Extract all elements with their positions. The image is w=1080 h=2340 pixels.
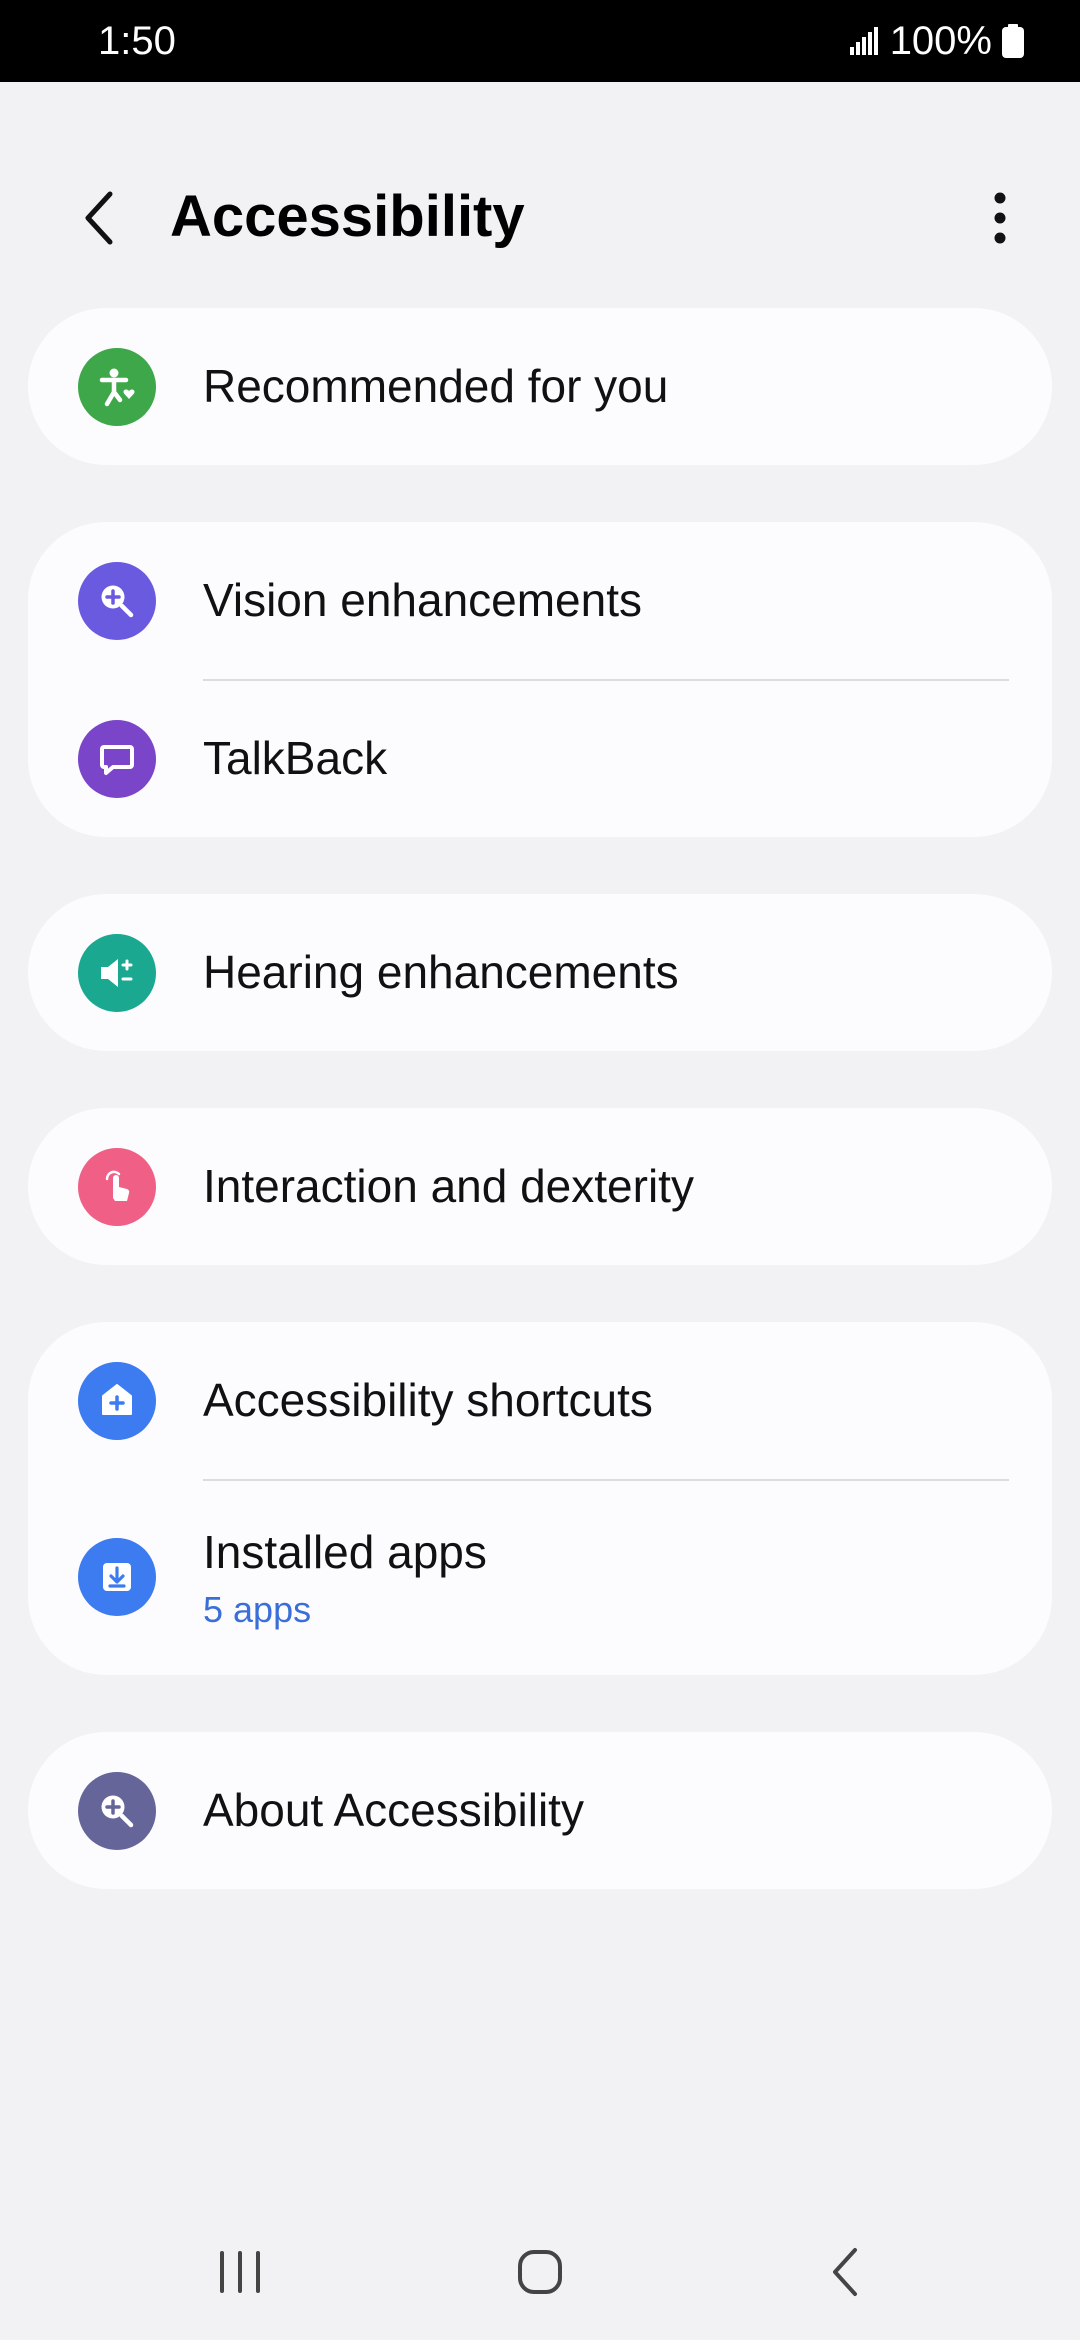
status-indicators: 100% bbox=[849, 18, 1024, 63]
recents-button[interactable] bbox=[190, 2222, 290, 2322]
row-vision-enhancements[interactable]: Vision enhancements bbox=[28, 522, 1052, 679]
row-recommended-for-you[interactable]: Recommended for you bbox=[28, 308, 1052, 465]
row-about-accessibility[interactable]: About Accessibility bbox=[28, 1732, 1052, 1889]
speaker-plus-minus-icon bbox=[78, 934, 156, 1012]
card-interaction: Interaction and dexterity bbox=[28, 1108, 1052, 1265]
speech-bubble-icon bbox=[78, 720, 156, 798]
row-label: Recommended for you bbox=[203, 360, 669, 412]
row-label: Installed apps bbox=[203, 1526, 487, 1578]
more-vert-icon bbox=[994, 192, 1006, 244]
back-chevron-icon bbox=[85, 191, 113, 245]
more-options-button[interactable] bbox=[968, 186, 1032, 250]
battery-percent: 100% bbox=[889, 18, 992, 63]
back-icon bbox=[833, 2248, 857, 2296]
tap-finger-icon bbox=[78, 1148, 156, 1226]
signal-icon bbox=[849, 27, 878, 55]
home-icon bbox=[518, 2250, 562, 2294]
magnify-plus-icon bbox=[78, 562, 156, 640]
row-label: Vision enhancements bbox=[203, 574, 642, 626]
page-title: Accessibility bbox=[170, 184, 525, 249]
system-nav-bar bbox=[0, 2200, 1080, 2340]
back-button[interactable] bbox=[68, 186, 132, 250]
home-button[interactable] bbox=[490, 2222, 590, 2322]
row-label: Hearing enhancements bbox=[203, 946, 679, 998]
card-vision-talkback: Vision enhancements TalkBack bbox=[28, 522, 1052, 837]
row-label: Interaction and dexterity bbox=[203, 1160, 694, 1212]
status-time: 1:50 bbox=[98, 19, 176, 63]
row-accessibility-shortcuts[interactable]: Accessibility shortcuts bbox=[28, 1322, 1052, 1479]
app-header: Accessibility bbox=[0, 82, 1080, 308]
home-plus-icon bbox=[78, 1362, 156, 1440]
download-tray-icon bbox=[78, 1538, 156, 1616]
row-label: About Accessibility bbox=[203, 1784, 584, 1836]
recents-icon bbox=[220, 2251, 260, 2293]
nav-back-button[interactable] bbox=[795, 2222, 895, 2322]
card-recommended: Recommended for you bbox=[28, 308, 1052, 465]
card-shortcuts-apps: Accessibility shortcuts Installed apps 5… bbox=[28, 1322, 1052, 1675]
row-sublabel: 5 apps bbox=[203, 1589, 312, 1630]
row-talkback[interactable]: TalkBack bbox=[28, 680, 1052, 837]
battery-icon bbox=[1002, 24, 1024, 58]
row-label: TalkBack bbox=[203, 732, 388, 784]
card-hearing: Hearing enhancements bbox=[28, 894, 1052, 1051]
magnify-plus-icon bbox=[78, 1772, 156, 1850]
card-about: About Accessibility bbox=[28, 1732, 1052, 1889]
status-bar: 1:50 100% bbox=[0, 0, 1080, 82]
row-hearing-enhancements[interactable]: Hearing enhancements bbox=[28, 894, 1052, 1051]
row-label: Accessibility shortcuts bbox=[203, 1374, 653, 1426]
row-interaction-and-dexterity[interactable]: Interaction and dexterity bbox=[28, 1108, 1052, 1265]
accessibility-person-heart-icon bbox=[78, 348, 156, 426]
row-installed-apps[interactable]: Installed apps 5 apps bbox=[28, 1480, 1052, 1675]
